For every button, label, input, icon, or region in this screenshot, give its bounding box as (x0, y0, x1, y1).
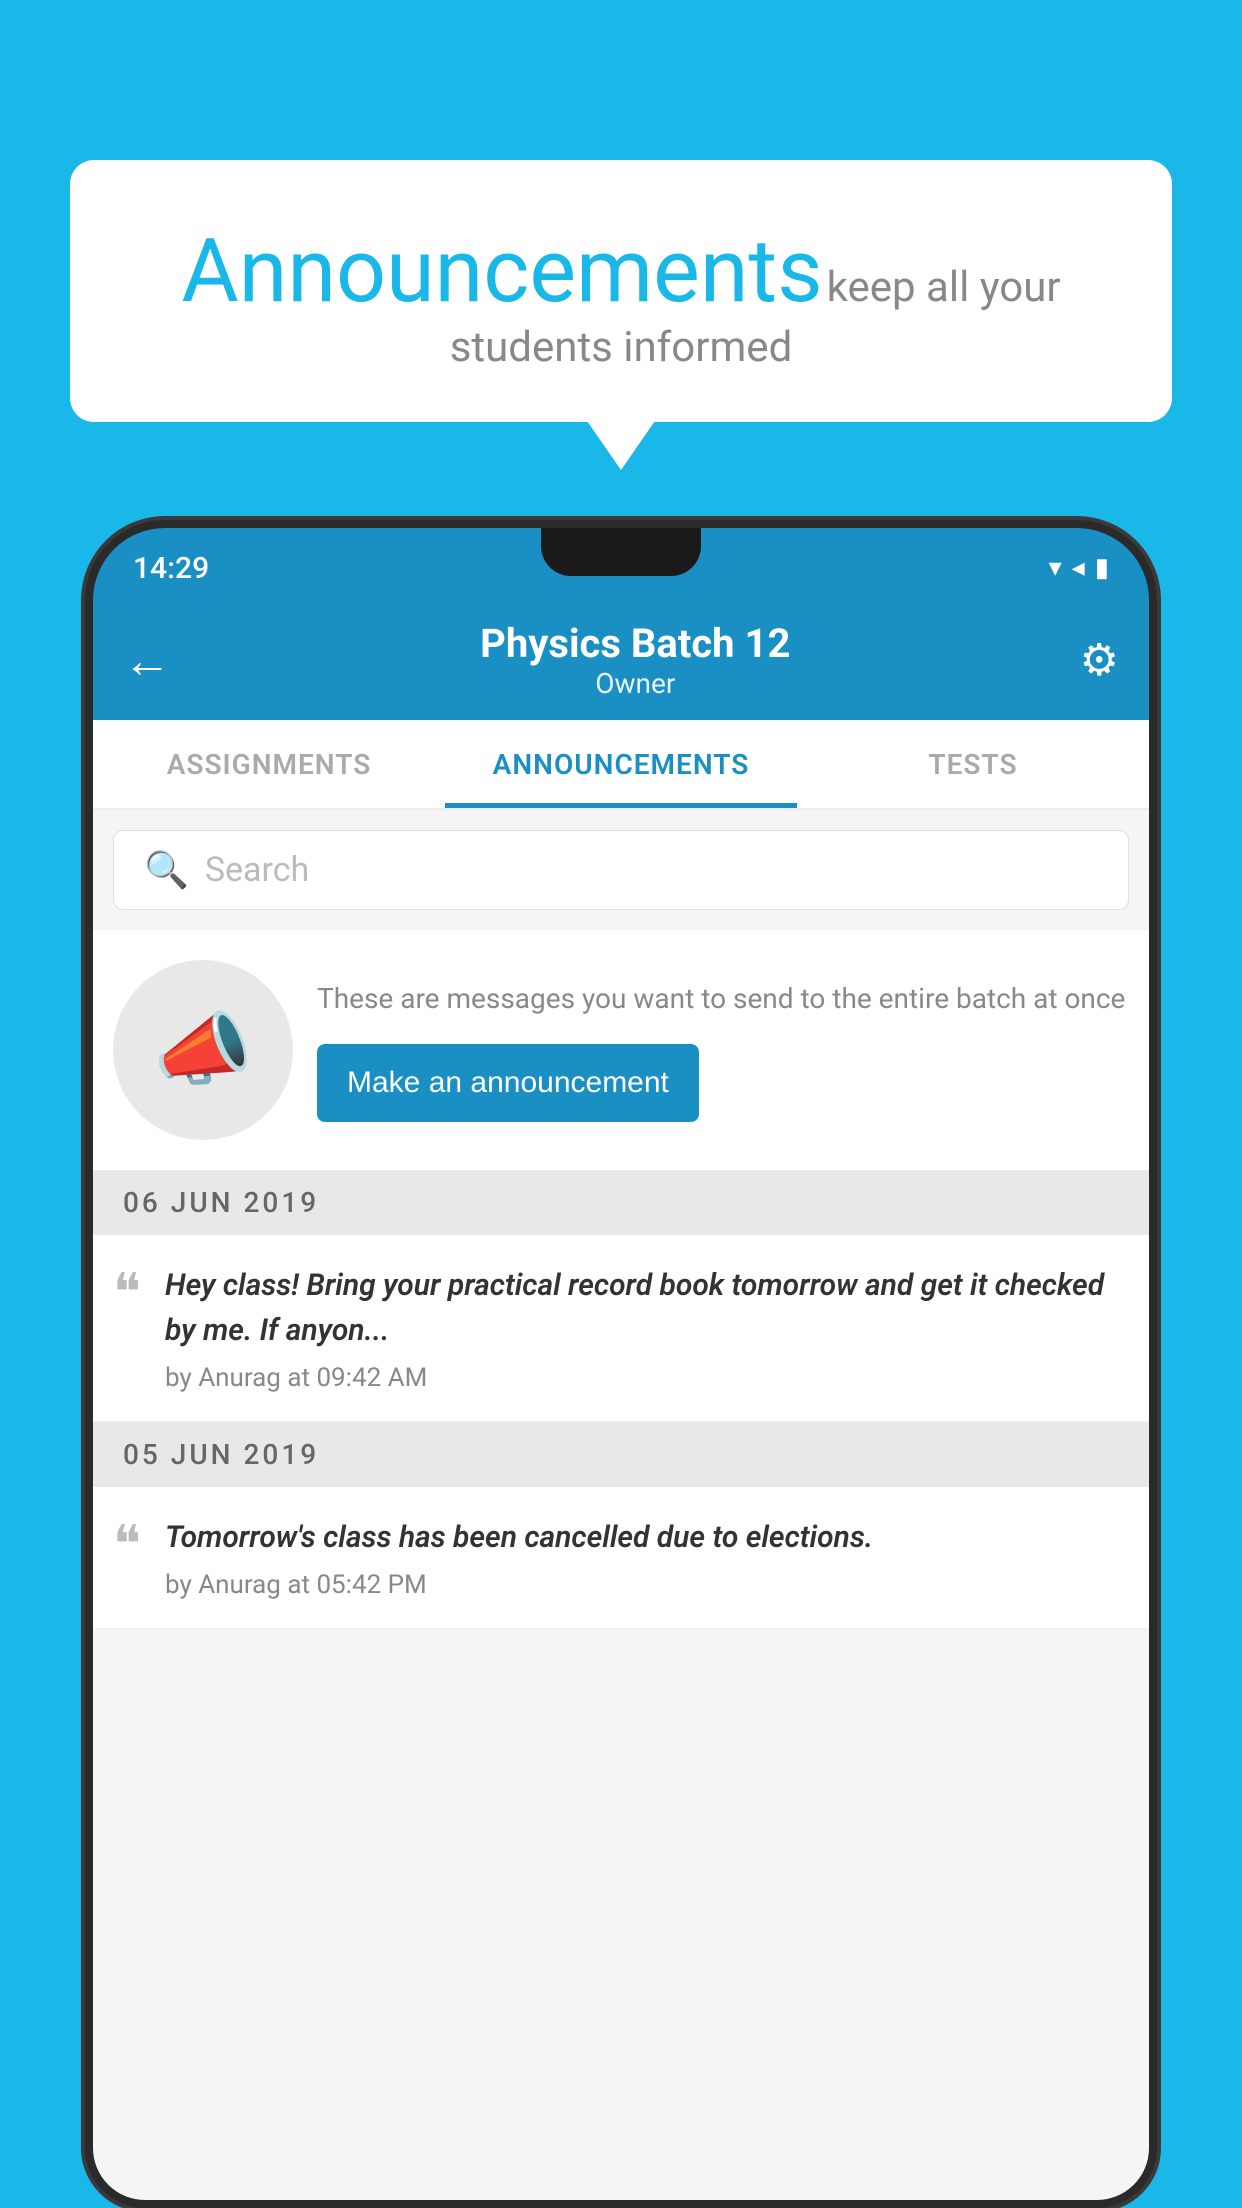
signal-icon: ◂ (1072, 553, 1085, 583)
tab-assignments[interactable]: ASSIGNMENTS (93, 720, 445, 808)
back-button[interactable]: ← (123, 632, 171, 689)
tab-bar: ASSIGNMENTS ANNOUNCEMENTS TESTS (93, 720, 1149, 810)
speech-bubble: Announcements keep all your students inf… (70, 160, 1172, 422)
quote-icon-1: ❝ (113, 1267, 141, 1319)
quote-icon-2: ❝ (113, 1519, 141, 1571)
promo-description: These are messages you want to send to t… (317, 978, 1129, 1020)
date-divider-2: 05 JUN 2019 (93, 1422, 1149, 1487)
announcement-item-1[interactable]: ❝ Hey class! Bring your practical record… (93, 1235, 1149, 1422)
announcement-text-2: Tomorrow's class has been cancelled due … (165, 1515, 873, 1560)
announcement-item-2[interactable]: ❝ Tomorrow's class has been cancelled du… (93, 1487, 1149, 1629)
search-input[interactable]: Search (205, 850, 309, 890)
phone-frame: 14:29 ▾ ◂ ▮ ← Physics Batch 12 Owner ⚙ A… (85, 520, 1157, 2208)
announcement-meta-1: by Anurag at 09:42 AM (165, 1363, 1121, 1393)
bubble-title: Announcements (181, 220, 822, 323)
announcement-meta-2: by Anurag at 05:42 PM (165, 1570, 873, 1600)
promo-icon-circle: 📣 (113, 960, 293, 1140)
app-bar: ← Physics Batch 12 Owner ⚙ (93, 600, 1149, 720)
tab-announcements[interactable]: ANNOUNCEMENTS (445, 720, 797, 808)
promo-right: These are messages you want to send to t… (317, 978, 1129, 1122)
date-divider-1: 06 JUN 2019 (93, 1170, 1149, 1235)
wifi-icon: ▾ (1049, 553, 1062, 583)
announcement-content-1: Hey class! Bring your practical record b… (165, 1263, 1121, 1393)
settings-icon[interactable]: ⚙ (1080, 634, 1119, 686)
search-icon: 🔍 (144, 849, 189, 891)
app-bar-title: Physics Batch 12 (191, 620, 1080, 667)
status-icons: ▾ ◂ ▮ (1049, 553, 1109, 583)
search-bar[interactable]: 🔍 Search (113, 830, 1129, 910)
app-bar-subtitle: Owner (191, 667, 1080, 700)
screen-content: 🔍 Search 📣 These are messages you want t… (93, 810, 1149, 2200)
announcement-content-2: Tomorrow's class has been cancelled due … (165, 1515, 873, 1600)
app-bar-title-section: Physics Batch 12 Owner (191, 620, 1080, 700)
tab-tests[interactable]: TESTS (797, 720, 1149, 808)
megaphone-icon: 📣 (153, 1003, 253, 1097)
status-time: 14:29 (133, 551, 209, 586)
battery-icon: ▮ (1095, 553, 1109, 583)
phone-notch (541, 528, 701, 576)
make-announcement-button[interactable]: Make an announcement (317, 1044, 699, 1122)
announcement-text-1: Hey class! Bring your practical record b… (165, 1263, 1121, 1353)
announcement-promo: 📣 These are messages you want to send to… (93, 930, 1149, 1170)
